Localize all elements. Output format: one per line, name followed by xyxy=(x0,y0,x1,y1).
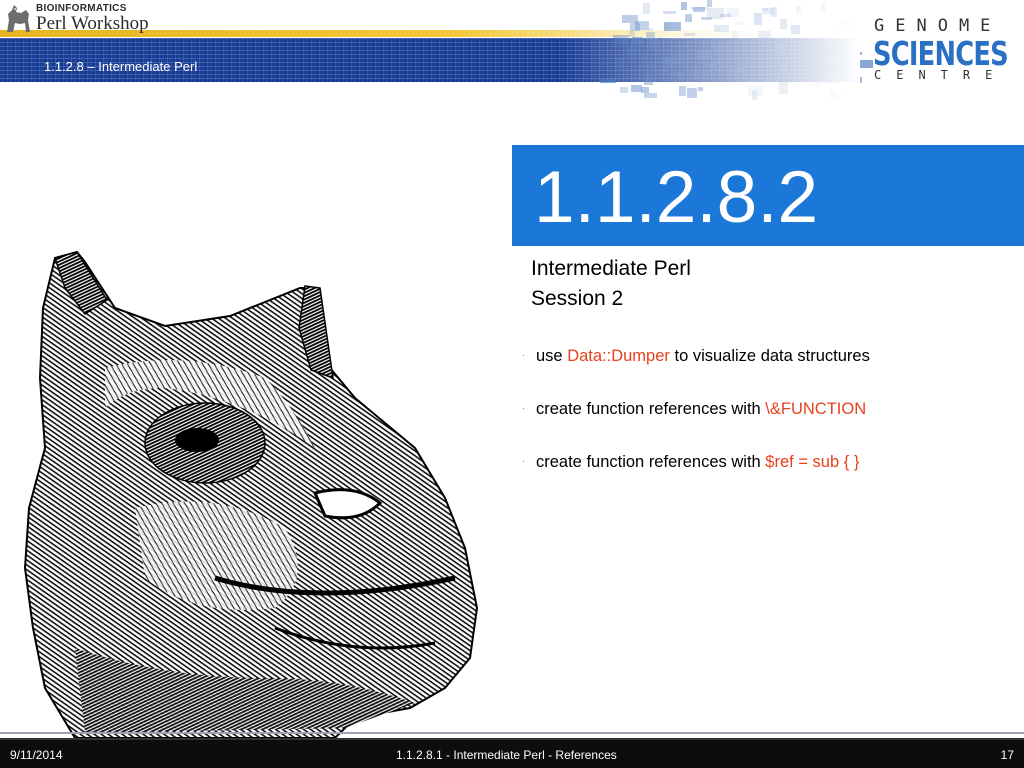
bullet-marker-icon: · xyxy=(522,456,525,466)
bullet-text-pre: create function references with xyxy=(536,400,766,418)
bullet-text: create function references with \&FUNCTI… xyxy=(536,400,866,419)
code-highlight: $ref = sub { } xyxy=(765,453,860,471)
bullet-item: · create function references with \&FUNC… xyxy=(520,399,1020,452)
bullet-text-post: to visualize data structures xyxy=(669,347,870,365)
camel-engraving xyxy=(23,250,479,738)
perl-workshop-logo: BIOINFORMATICS Perl Workshop xyxy=(4,2,164,36)
genome-sciences-centre-logo: GENOME SCIENCES CENTRE xyxy=(870,16,1020,86)
logo-genome-text: GENOME xyxy=(874,16,1002,36)
bullet-list: · use Data::Dumper to visualize data str… xyxy=(520,346,1020,505)
slide-subtitle: Intermediate Perl xyxy=(531,257,691,280)
bullet-text-pre: use xyxy=(536,347,568,365)
slide-header: BIOINFORMATICS Perl Workshop 1.1.2.8 – I… xyxy=(0,0,1024,100)
code-highlight: \&FUNCTION xyxy=(765,400,867,418)
footer-page-number: 17 xyxy=(1000,748,1014,762)
footer-title: 1.1.2.8.1 - Intermediate Perl - Referenc… xyxy=(396,748,617,762)
bullet-text: use Data::Dumper to visualize data struc… xyxy=(536,347,870,366)
bullet-item: · create function references with $ref =… xyxy=(520,452,1020,505)
logo-centre-text: CENTRE xyxy=(874,68,1008,82)
footer-date: 9/11/2014 xyxy=(10,748,63,762)
slide-title-box: 1.1.2.8.2 xyxy=(512,145,1024,246)
bullet-item: · use Data::Dumper to visualize data str… xyxy=(520,346,1020,399)
logo-title: Perl Workshop xyxy=(36,13,149,34)
slide-footer: 9/11/2014 1.1.2.8.1 - Intermediate Perl … xyxy=(0,740,1024,768)
slide-number-title: 1.1.2.8.2 xyxy=(534,157,819,238)
slide-session: Session 2 xyxy=(531,287,624,310)
bullet-text: create function references with $ref = s… xyxy=(536,453,859,472)
bullet-marker-icon: · xyxy=(522,350,525,360)
camel-mark-icon xyxy=(7,5,30,32)
header-section-title: 1.1.2.8 – Intermediate Perl xyxy=(44,59,198,74)
code-highlight: Data::Dumper xyxy=(567,347,670,365)
header-fade xyxy=(560,0,860,100)
bullet-marker-icon: · xyxy=(522,403,525,413)
bullet-text-pre: create function references with xyxy=(536,453,766,471)
footer-rule xyxy=(0,732,1024,734)
